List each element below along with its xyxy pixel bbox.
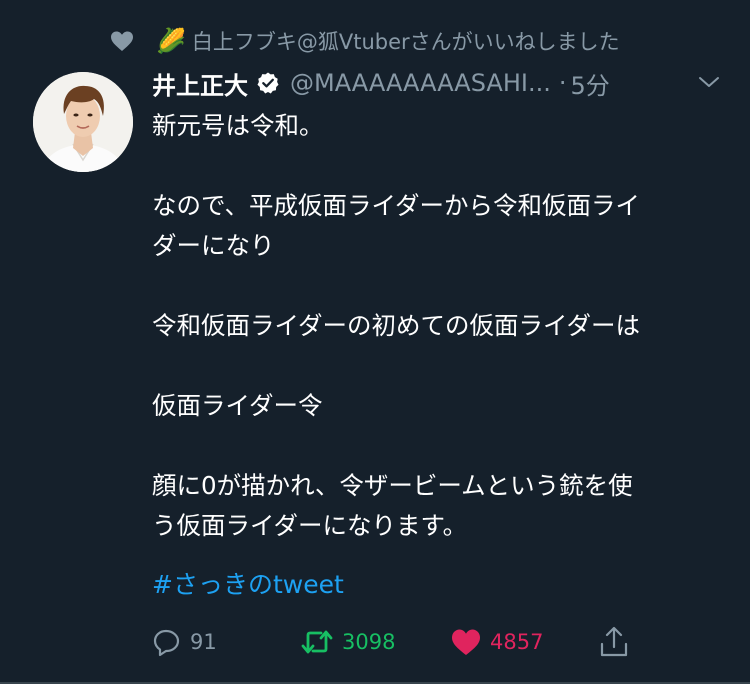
avatar-image xyxy=(33,72,133,172)
social-context-text[interactable]: 白上フブキ@狐Vtuberさんがいいねしました xyxy=(192,26,620,56)
like-count: 4857 xyxy=(490,630,544,654)
like-button[interactable]: 4857 xyxy=(450,622,543,662)
hashtag-link[interactable]: #さっきのtweet xyxy=(152,565,344,605)
tweet-text-line: 令和仮面ライダーの初めての仮面ライダーは xyxy=(152,311,641,340)
share-button[interactable] xyxy=(598,622,638,662)
tweet-header: 井上正大 @MAAAAAAAASAHI... · 5分 xyxy=(152,64,610,102)
corn-emoji: 🌽 xyxy=(156,27,186,55)
retweet-icon xyxy=(301,630,333,654)
tweet[interactable]: 🌽 白上フブキ@狐Vtuberさんがいいねしました 井上正大 @MAAAAAAA… xyxy=(0,0,750,684)
social-context: 🌽 白上フブキ@狐Vtuberさんがいいねしました xyxy=(110,24,620,58)
separator-dot: · xyxy=(558,69,567,97)
reply-count: 91 xyxy=(190,630,217,654)
tweet-text-line: う仮面ライダーになります。 xyxy=(152,511,468,540)
heart-icon xyxy=(111,31,133,51)
reply-button[interactable]: 91 xyxy=(152,622,217,662)
heart-icon xyxy=(452,629,480,655)
tweet-text-line: ダーになり xyxy=(152,231,275,260)
chevron-down-icon[interactable] xyxy=(696,72,722,92)
avatar[interactable] xyxy=(33,72,133,172)
verified-badge-icon xyxy=(257,72,279,94)
tweet-text-line: なので、平成仮面ライダーから令和仮面ライ xyxy=(152,191,641,220)
tweet-text: 新元号は令和。 なので、平成仮面ライダーから令和仮面ライ ダーになり 令和仮面ラ… xyxy=(152,106,722,546)
tweet-text-line: 仮面ライダー令 xyxy=(152,391,323,420)
share-icon xyxy=(600,626,628,657)
timestamp[interactable]: 5分 xyxy=(570,66,609,101)
tweet-text-line: 新元号は令和。 xyxy=(152,111,324,140)
reply-icon xyxy=(153,629,180,657)
retweet-count: 3098 xyxy=(342,630,396,654)
tweet-actions: 91 3098 4857 xyxy=(152,622,652,662)
user-handle[interactable]: @MAAAAAAAASAHI... xyxy=(290,69,551,97)
tweet-text-line: 顔に0が描かれ、令ザービームという銃を使 xyxy=(152,471,633,500)
retweet-button[interactable]: 3098 xyxy=(300,622,395,662)
display-name[interactable]: 井上正大 xyxy=(152,66,248,101)
